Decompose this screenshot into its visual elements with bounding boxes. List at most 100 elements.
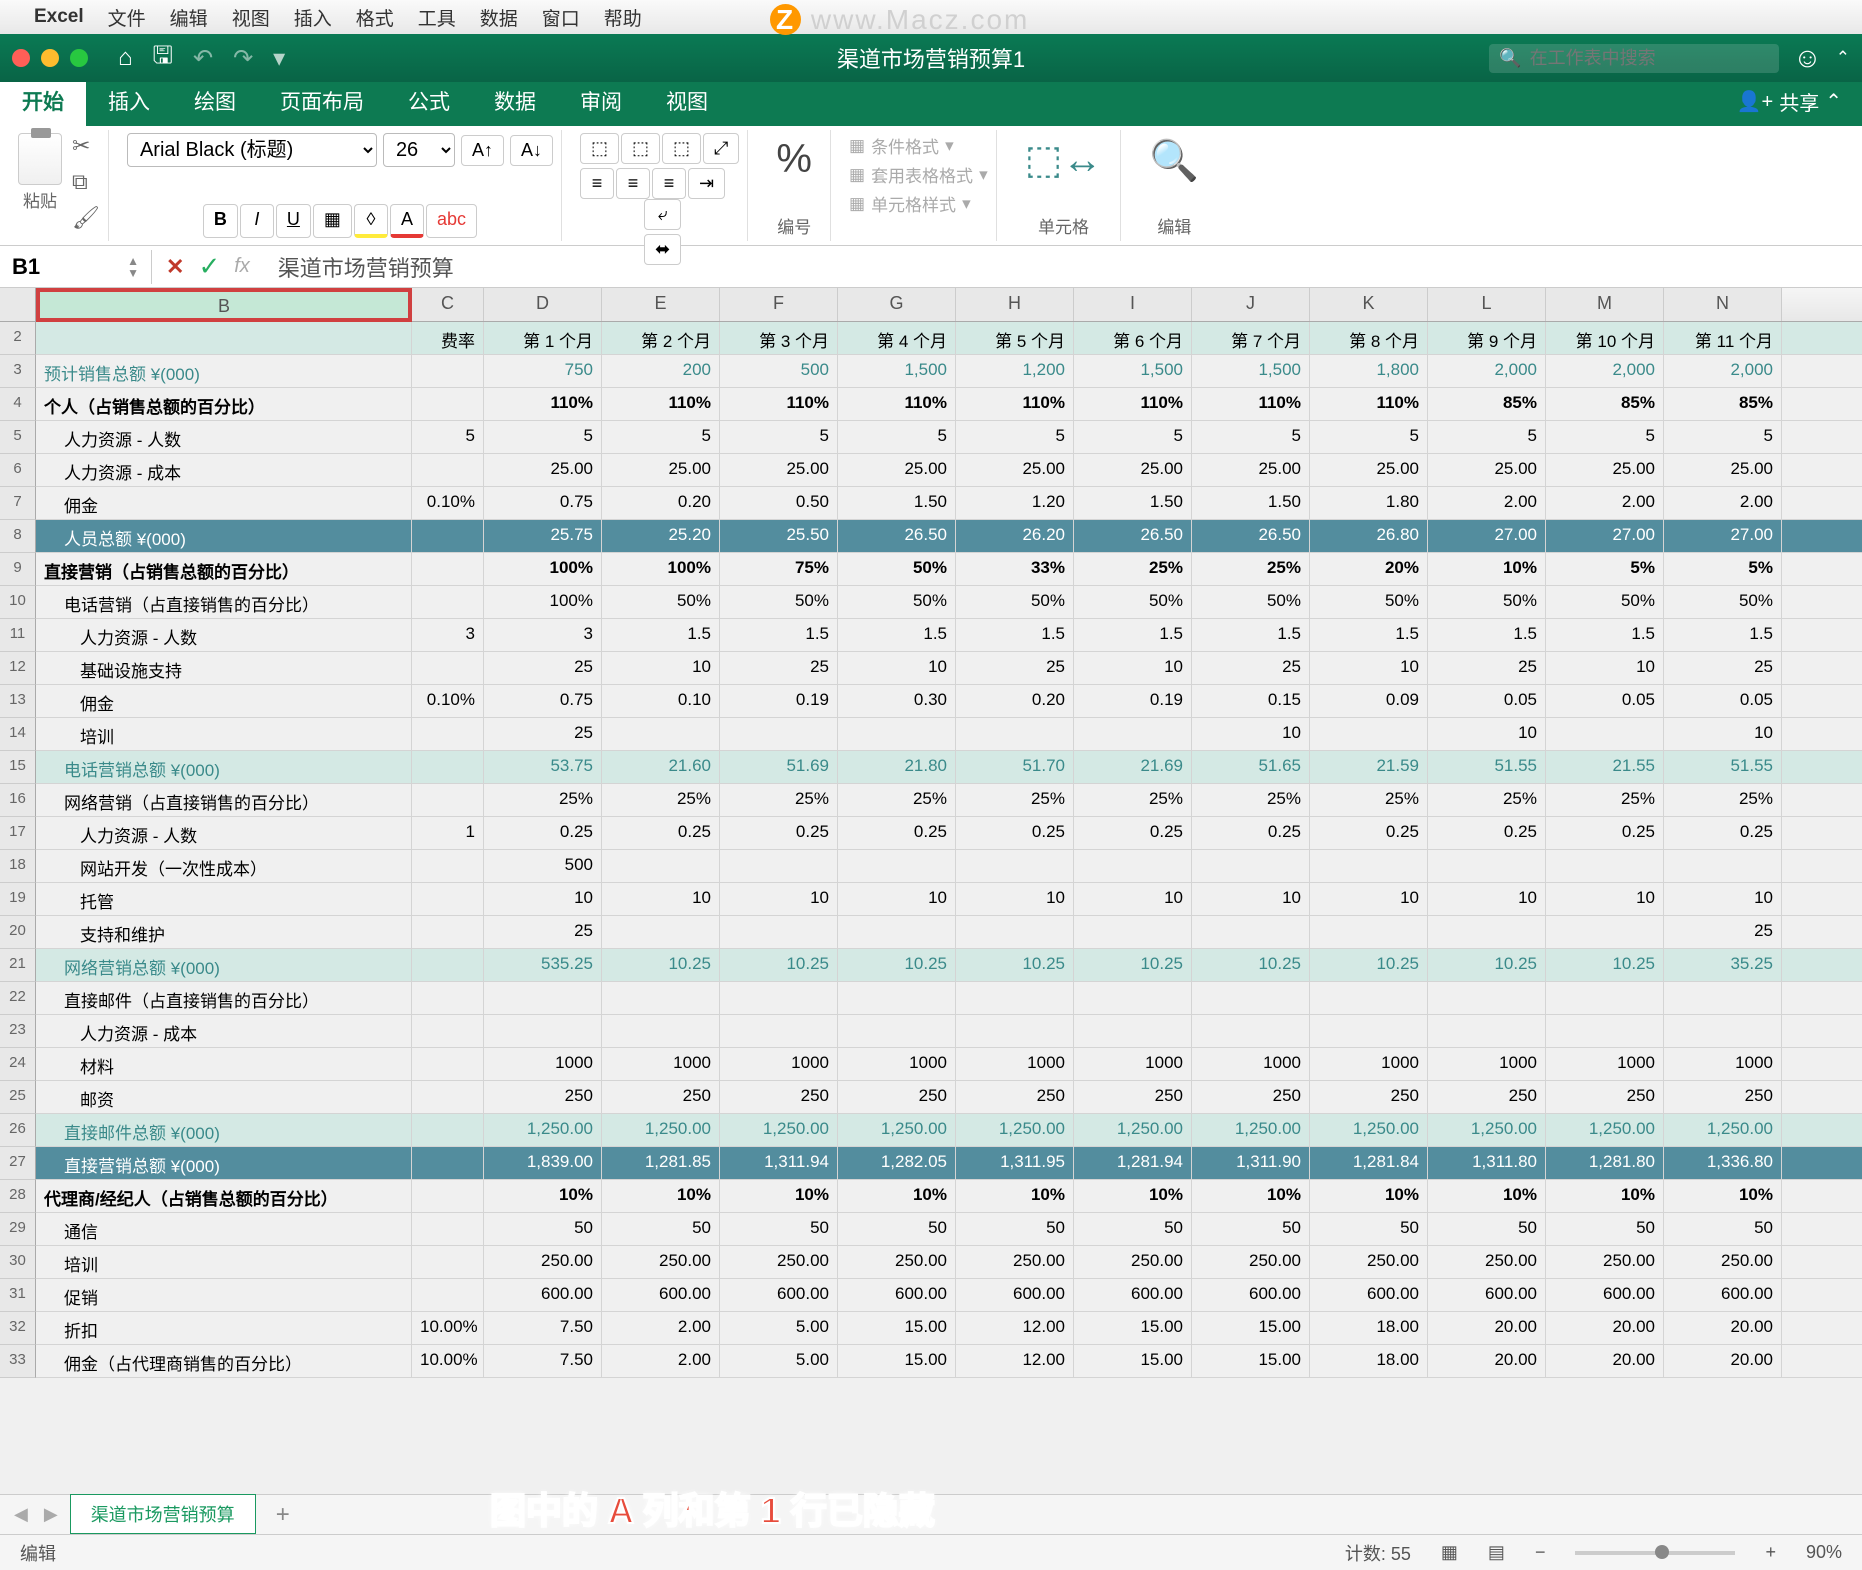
row-label-cell[interactable]: 电话营销总额 ¥(000): [36, 751, 412, 783]
data-cell[interactable]: 1,250.00: [1664, 1114, 1782, 1146]
data-cell[interactable]: 35.25: [1664, 949, 1782, 981]
bold-button[interactable]: B: [203, 204, 238, 238]
data-cell[interactable]: 10%: [602, 1180, 720, 1212]
data-cell[interactable]: 0.05: [1428, 685, 1546, 717]
data-cell[interactable]: 250: [1546, 1081, 1664, 1113]
copy-icon[interactable]: ⧉: [72, 169, 100, 195]
orientation-icon[interactable]: ⤢: [703, 133, 739, 164]
data-cell[interactable]: 25%: [1074, 784, 1192, 816]
data-cell[interactable]: [602, 1015, 720, 1047]
data-cell[interactable]: 0.19: [1074, 685, 1192, 717]
data-cell[interactable]: 第 3 个月: [720, 322, 838, 354]
row-label-cell[interactable]: 支持和维护: [36, 916, 412, 948]
row-label-cell[interactable]: 直接营销总额 ¥(000): [36, 1147, 412, 1179]
data-cell[interactable]: 20.00: [1664, 1312, 1782, 1344]
data-cell[interactable]: 1,250.00: [1546, 1114, 1664, 1146]
data-cell[interactable]: [412, 1114, 484, 1146]
data-cell[interactable]: 1,311.90: [1192, 1147, 1310, 1179]
row-header-15[interactable]: 15: [0, 751, 36, 784]
data-cell[interactable]: 15.00: [1074, 1312, 1192, 1344]
undo-icon[interactable]: ↶: [193, 44, 213, 73]
fill-color-button[interactable]: ◊: [354, 204, 388, 238]
data-cell[interactable]: 51.55: [1428, 751, 1546, 783]
data-cell[interactable]: 600.00: [838, 1279, 956, 1311]
row-header-3[interactable]: 3: [0, 355, 36, 388]
data-cell[interactable]: [1546, 850, 1664, 882]
data-cell[interactable]: [412, 1147, 484, 1179]
data-cell[interactable]: 26.50: [838, 520, 956, 552]
data-cell[interactable]: 21.60: [602, 751, 720, 783]
data-cell[interactable]: 10: [1192, 718, 1310, 750]
data-cell[interactable]: 1000: [1546, 1048, 1664, 1080]
row-header-33[interactable]: 33: [0, 1345, 36, 1378]
data-cell[interactable]: 0.25: [1192, 817, 1310, 849]
data-cell[interactable]: 5: [956, 421, 1074, 453]
prev-sheet-icon[interactable]: ◀: [10, 1500, 32, 1529]
data-cell[interactable]: 250: [956, 1081, 1074, 1113]
data-cell[interactable]: 1.5: [1428, 619, 1546, 651]
data-cell[interactable]: [602, 916, 720, 948]
data-cell[interactable]: 200: [602, 355, 720, 387]
data-cell[interactable]: 10%: [484, 1180, 602, 1212]
data-cell[interactable]: 10: [1664, 718, 1782, 750]
data-cell[interactable]: 1: [412, 817, 484, 849]
paste-icon[interactable]: [18, 133, 62, 185]
data-cell[interactable]: 25%: [602, 784, 720, 816]
save-icon[interactable]: 🖫: [153, 38, 173, 79]
data-cell[interactable]: 5: [602, 421, 720, 453]
merge-button[interactable]: ⬌: [644, 234, 681, 265]
data-cell[interactable]: [412, 1213, 484, 1245]
data-cell[interactable]: 50%: [720, 586, 838, 618]
data-cell[interactable]: 50: [1428, 1213, 1546, 1245]
data-cell[interactable]: 25.20: [602, 520, 720, 552]
data-cell[interactable]: [602, 718, 720, 750]
data-cell[interactable]: 600.00: [1074, 1279, 1192, 1311]
data-cell[interactable]: 600.00: [602, 1279, 720, 1311]
tab-formulas[interactable]: 公式: [386, 76, 472, 126]
cells-icon[interactable]: ⬚↔: [1015, 133, 1113, 187]
row-header-19[interactable]: 19: [0, 883, 36, 916]
data-cell[interactable]: 25.00: [1192, 454, 1310, 486]
data-cell[interactable]: 0.25: [838, 817, 956, 849]
data-cell[interactable]: 1.5: [602, 619, 720, 651]
fx-label[interactable]: fx: [234, 255, 250, 278]
data-cell[interactable]: 10: [720, 883, 838, 915]
row-header-6[interactable]: 6: [0, 454, 36, 487]
menu-help[interactable]: 帮助: [604, 4, 642, 31]
collapse-ribbon-icon[interactable]: ⌃: [1836, 48, 1850, 68]
data-cell[interactable]: 33%: [956, 553, 1074, 585]
data-cell[interactable]: 第 7 个月: [1192, 322, 1310, 354]
tab-view[interactable]: 视图: [644, 76, 730, 126]
row-label-cell[interactable]: 促销: [36, 1279, 412, 1311]
zoom-in-icon[interactable]: +: [1765, 1542, 1776, 1563]
data-cell[interactable]: 50: [1664, 1213, 1782, 1245]
data-cell[interactable]: 21.55: [1546, 751, 1664, 783]
data-cell[interactable]: 0.25: [1310, 817, 1428, 849]
data-cell[interactable]: [412, 553, 484, 585]
data-cell[interactable]: [412, 1180, 484, 1212]
data-cell[interactable]: 25.00: [720, 454, 838, 486]
row-label-cell[interactable]: 直接邮件总额 ¥(000): [36, 1114, 412, 1146]
column-header-M[interactable]: M: [1546, 288, 1664, 321]
data-cell[interactable]: 27.00: [1664, 520, 1782, 552]
data-cell[interactable]: [1428, 982, 1546, 1014]
data-cell[interactable]: 费率: [412, 322, 484, 354]
data-cell[interactable]: 20.00: [1428, 1312, 1546, 1344]
data-cell[interactable]: [838, 850, 956, 882]
data-cell[interactable]: 第 8 个月: [1310, 322, 1428, 354]
data-cell[interactable]: [956, 718, 1074, 750]
row-header-14[interactable]: 14: [0, 718, 36, 751]
data-cell[interactable]: 250.00: [1546, 1246, 1664, 1278]
menu-edit[interactable]: 编辑: [170, 4, 208, 31]
tab-insert[interactable]: 插入: [86, 76, 172, 126]
tab-draw[interactable]: 绘图: [172, 76, 258, 126]
data-cell[interactable]: 600.00: [1428, 1279, 1546, 1311]
data-cell[interactable]: [602, 982, 720, 1014]
data-cell[interactable]: 15.00: [1192, 1312, 1310, 1344]
data-cell[interactable]: 26.20: [956, 520, 1074, 552]
data-cell[interactable]: [1074, 1015, 1192, 1047]
data-cell[interactable]: 10%: [1074, 1180, 1192, 1212]
data-cell[interactable]: 10: [1074, 652, 1192, 684]
data-cell[interactable]: [1192, 1015, 1310, 1047]
data-cell[interactable]: 26.80: [1310, 520, 1428, 552]
